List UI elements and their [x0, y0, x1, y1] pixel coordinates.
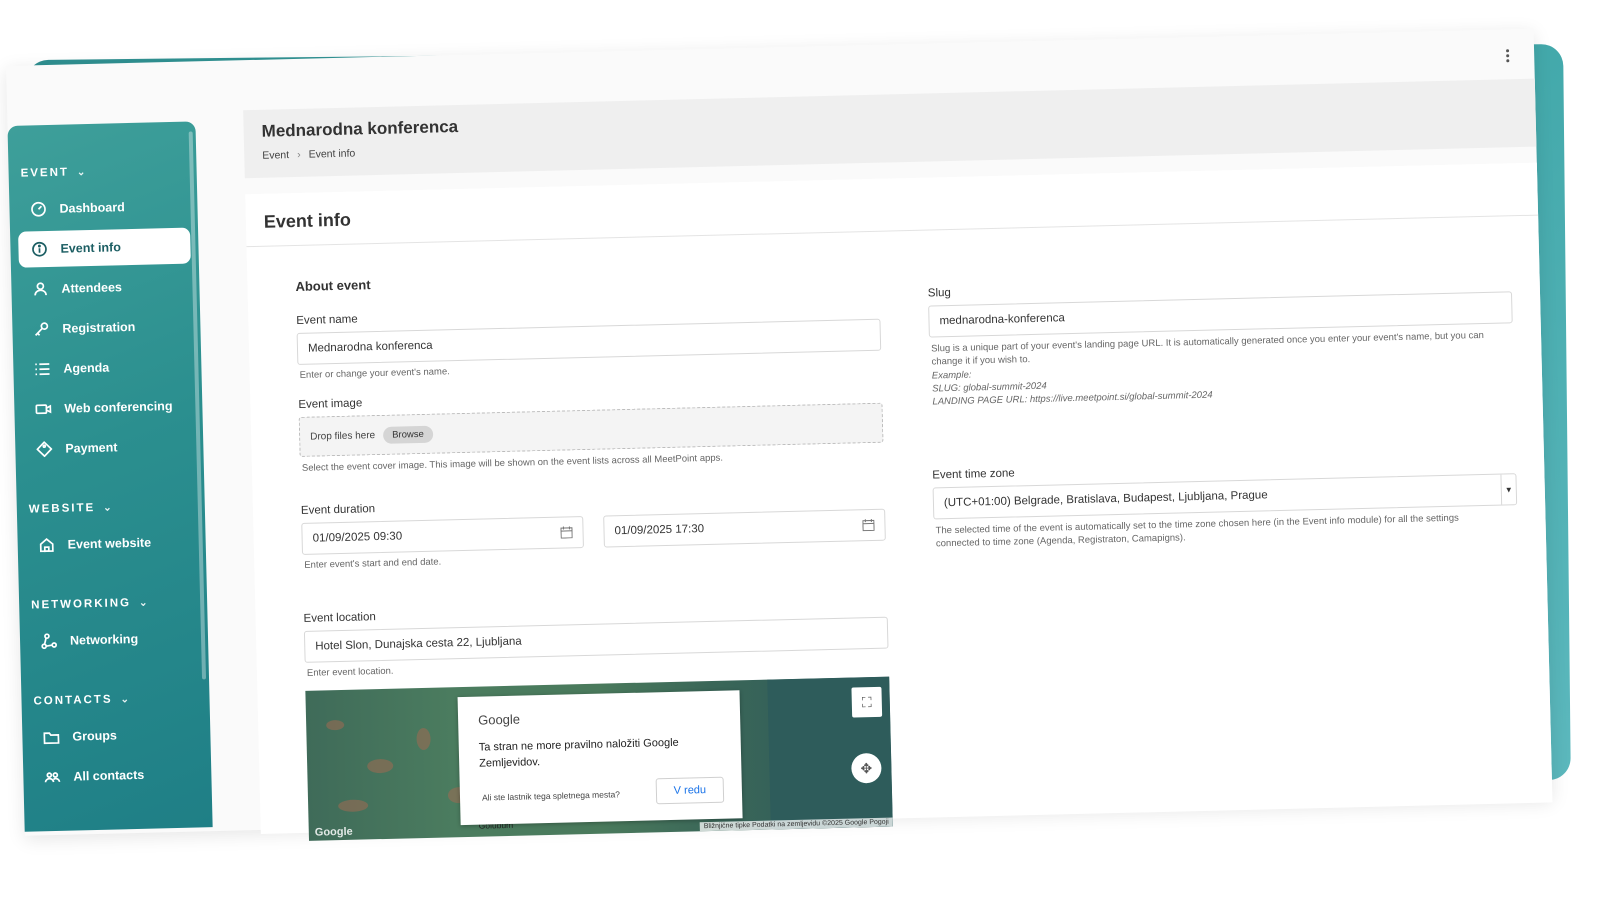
- info-icon: [30, 240, 48, 258]
- fullscreen-icon[interactable]: ⛶: [851, 686, 883, 718]
- video-icon: [34, 400, 52, 418]
- map-error-dialog: Google Ta stran ne more pravilno naložit…: [457, 690, 743, 826]
- sidebar-item-agenda[interactable]: Agenda: [21, 348, 194, 388]
- sidebar-item-label: Networking: [69, 631, 139, 648]
- sidebar-item-registration[interactable]: Registration: [20, 308, 193, 348]
- person-icon: [31, 280, 49, 298]
- location-map[interactable]: Golubum Google Ta stran ne more pravilno…: [305, 676, 893, 841]
- chevron-right-icon: ›: [296, 148, 301, 161]
- section-title: NETWORKING: [31, 597, 132, 612]
- more-options-icon[interactable]: [1506, 47, 1512, 64]
- sidebar-item-attendees[interactable]: Attendees: [19, 268, 192, 308]
- about-heading: About event: [295, 277, 371, 294]
- map-error-message: Ta stran ne more pravilno naložiti Googl…: [478, 736, 679, 770]
- map-ok-button[interactable]: V redu: [655, 776, 725, 805]
- time-zone-label: Event time zone: [932, 467, 1015, 482]
- breadcrumb: Event › Event info: [262, 147, 355, 161]
- section-title: CONTACTS: [33, 693, 113, 708]
- chevron-down-icon: ⌄: [120, 693, 132, 705]
- tag-icon: [35, 440, 53, 458]
- google-logo: Google: [477, 711, 521, 728]
- event-location-help: Enter event location.: [306, 665, 394, 679]
- app-window: EVENT ⌄ Dashboard Event info Attendees R: [6, 28, 1553, 841]
- drop-files-text: Drop files here: [310, 429, 376, 443]
- sidebar-item-web-conferencing[interactable]: Web conferencing: [22, 388, 195, 428]
- map-owner-question[interactable]: Ali ste lastnik tega spletnega mesta?: [482, 789, 620, 802]
- map-terrain: [338, 799, 369, 813]
- chevron-down-icon: ⌄: [76, 166, 88, 178]
- sidebar-item-event-website[interactable]: Event website: [25, 523, 198, 563]
- sidebar-item-networking[interactable]: Networking: [28, 619, 201, 659]
- sidebar-item-all-contacts[interactable]: All contacts: [31, 755, 204, 795]
- dropdown-arrow-icon[interactable]: ▼: [1500, 474, 1517, 505]
- event-name-input[interactable]: Mednarodna konferenca: [296, 318, 882, 365]
- start-date-value: 01/09/2025 09:30: [312, 530, 403, 545]
- google-watermark: Google: [314, 825, 353, 839]
- event-name-help: Enter or change your event's name.: [299, 366, 450, 381]
- sidebar-item-groups[interactable]: Groups: [30, 715, 203, 755]
- chevron-down-icon: ⌄: [103, 502, 114, 514]
- folder-icon: [42, 728, 60, 746]
- event-image-help: Select the event cover image. This image…: [301, 452, 724, 474]
- end-date-input[interactable]: 01/09/2025 17:30: [603, 508, 886, 548]
- slug-label: Slug: [927, 286, 952, 300]
- map-terrain: [416, 727, 431, 751]
- divider: [246, 214, 1539, 248]
- map-terrain: [367, 758, 394, 774]
- event-image-dropzone[interactable]: Drop files here Browse: [298, 402, 884, 457]
- sidebar-item-label: All contacts: [73, 767, 145, 784]
- slug-example-slug: SLUG: global-summit-2024: [932, 380, 1047, 395]
- section-title: EVENT: [20, 166, 70, 180]
- event-location-input[interactable]: Hotel Slon, Dunajska cesta 22, Ljubljana: [303, 616, 889, 663]
- dashboard-icon: [29, 200, 47, 218]
- map-terrain: [326, 719, 345, 731]
- sidebar-item-dashboard[interactable]: Dashboard: [17, 188, 190, 228]
- card-title: Event info: [263, 209, 352, 232]
- time-zone-value: (UTC+01:00) Belgrade, Bratislava, Budape…: [943, 489, 1268, 510]
- sidebar-item-label: Agenda: [63, 360, 110, 376]
- sidebar-item-label: Payment: [65, 440, 118, 456]
- sidebar-item-label: Web conferencing: [64, 399, 173, 416]
- sidebar-item-label: Dashboard: [59, 200, 125, 216]
- event-image-label: Event image: [298, 397, 363, 411]
- sidebar: EVENT ⌄ Dashboard Event info Attendees R: [7, 121, 213, 832]
- sidebar-item-payment[interactable]: Payment: [23, 427, 196, 467]
- breadcrumb-event[interactable]: Event: [262, 149, 289, 162]
- event-location-value: Hotel Slon, Dunajska cesta 22, Ljubljana: [315, 635, 522, 653]
- event-name-value: Mednarodna konferenca: [307, 339, 433, 355]
- calendar-icon[interactable]: [862, 518, 875, 532]
- page-title: Mednarodna konferenca: [261, 116, 459, 141]
- key-icon: [32, 320, 50, 338]
- network-icon: [40, 632, 58, 650]
- page-header: Mednarodna konferenca Event › Event info: [243, 78, 1537, 179]
- slug-value: mednarodna-konferenca: [939, 312, 1065, 328]
- browse-button[interactable]: Browse: [382, 425, 434, 444]
- end-date-value: 01/09/2025 17:30: [614, 523, 705, 538]
- event-location-label: Event location: [303, 611, 376, 625]
- event-duration-help: Enter event's start and end date.: [304, 556, 442, 571]
- breadcrumb-event-info: Event info: [308, 147, 356, 161]
- start-date-input[interactable]: 01/09/2025 09:30: [301, 516, 584, 555]
- list-icon: [33, 360, 51, 378]
- calendar-icon[interactable]: [560, 526, 573, 539]
- section-title: WEBSITE: [28, 501, 96, 516]
- slug-example-label: Example:: [931, 369, 972, 382]
- sidebar-item-label: Groups: [72, 728, 118, 744]
- event-info-card: Event info About event Event name Mednar…: [245, 162, 1553, 841]
- sidebar-item-label: Registration: [62, 319, 136, 336]
- chevron-down-icon: ⌄: [138, 597, 150, 609]
- map-footer[interactable]: Bližnjične tipke Podatki na zemljevidu ©…: [699, 817, 893, 832]
- sidebar-item-label: Event website: [67, 535, 152, 552]
- event-duration-label: Event duration: [300, 503, 376, 517]
- sidebar-item-label: Event info: [60, 240, 122, 256]
- sidebar-item-event-info[interactable]: Event info: [18, 227, 191, 268]
- people-icon: [43, 768, 61, 786]
- sidebar-item-label: Attendees: [61, 280, 123, 296]
- event-name-label: Event name: [296, 313, 358, 327]
- home-icon: [38, 536, 56, 554]
